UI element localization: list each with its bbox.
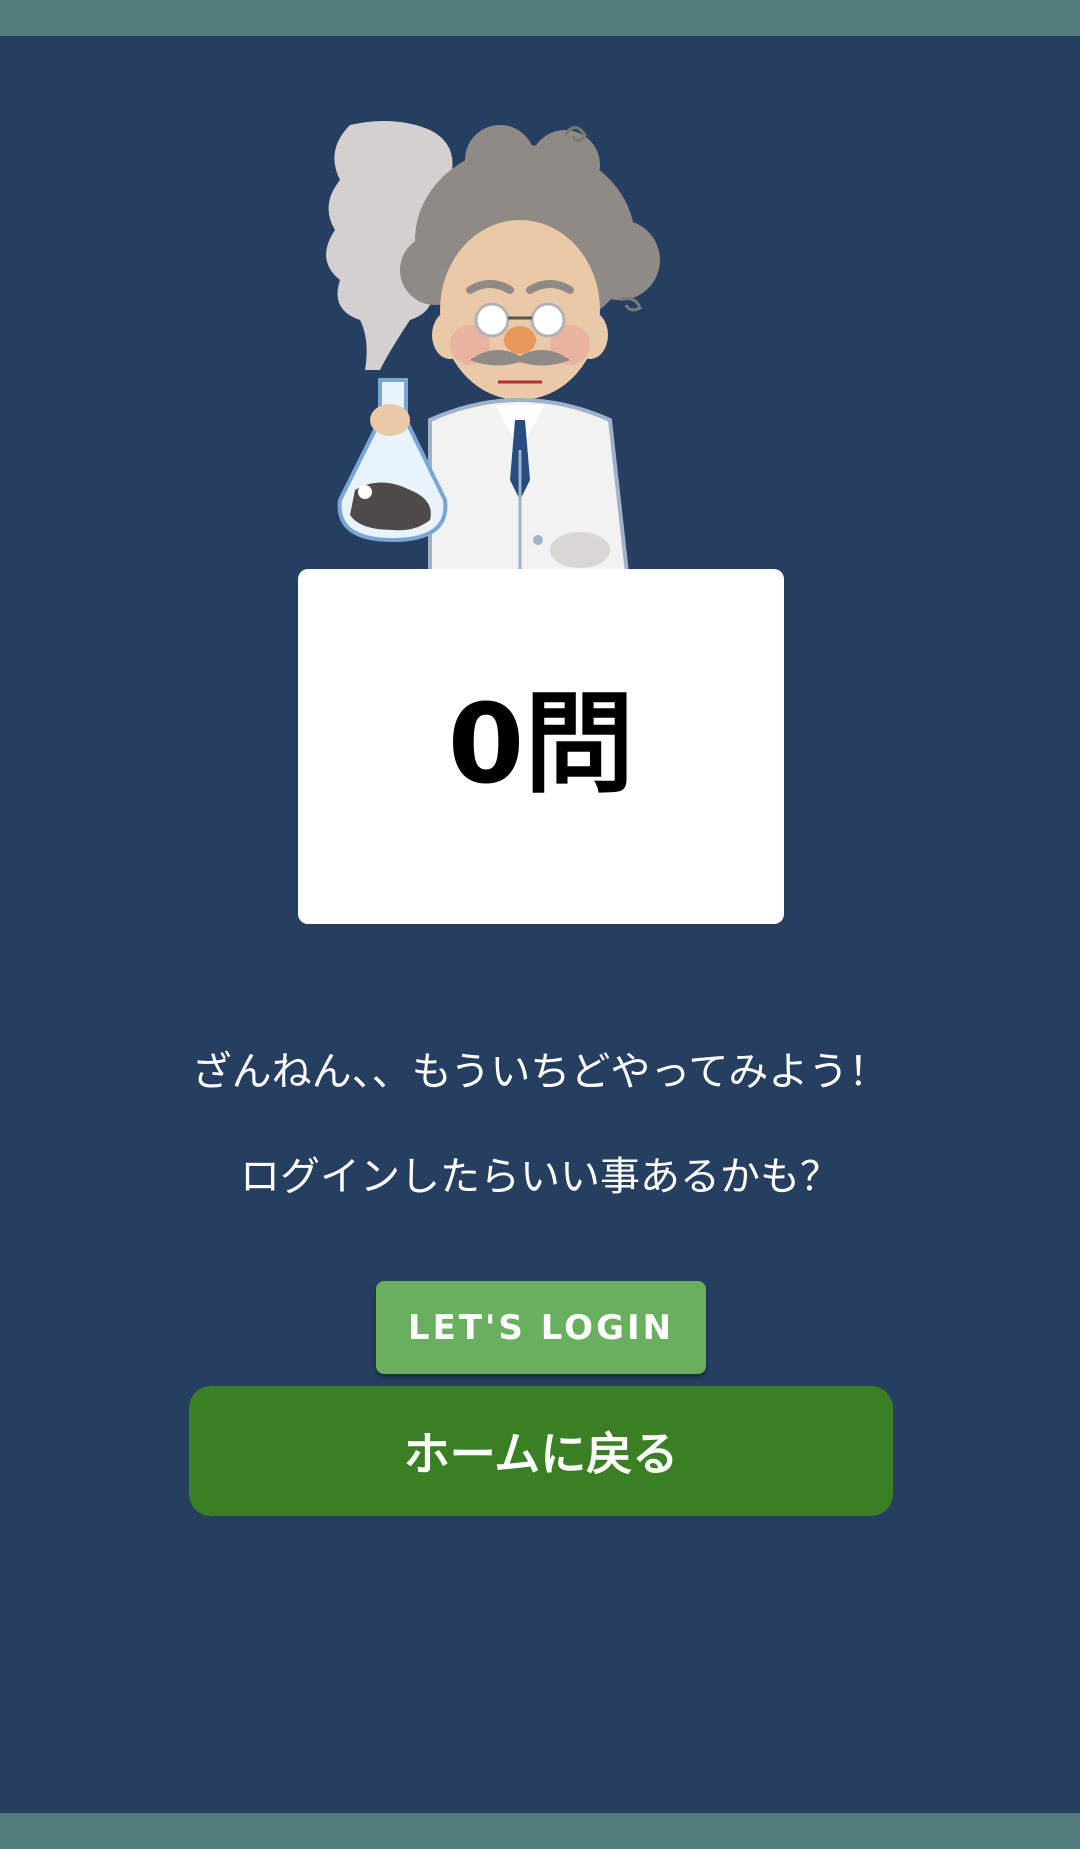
- scientist-illustration: [326, 121, 660, 600]
- score-card: 0問: [298, 569, 784, 924]
- login-hint-message: ログインしたらいい事あるかも？: [240, 1154, 840, 1200]
- score-text: 0問: [447, 680, 635, 808]
- result-message: ざんねん、、もういちどやってみよう！: [191, 1049, 889, 1095]
- top-status-bar: [0, 0, 1080, 36]
- login-button[interactable]: LET'S LOGIN: [376, 1281, 706, 1374]
- home-button[interactable]: ホームに戻る: [189, 1386, 893, 1516]
- bottom-navigation-bar: [0, 1813, 1080, 1849]
